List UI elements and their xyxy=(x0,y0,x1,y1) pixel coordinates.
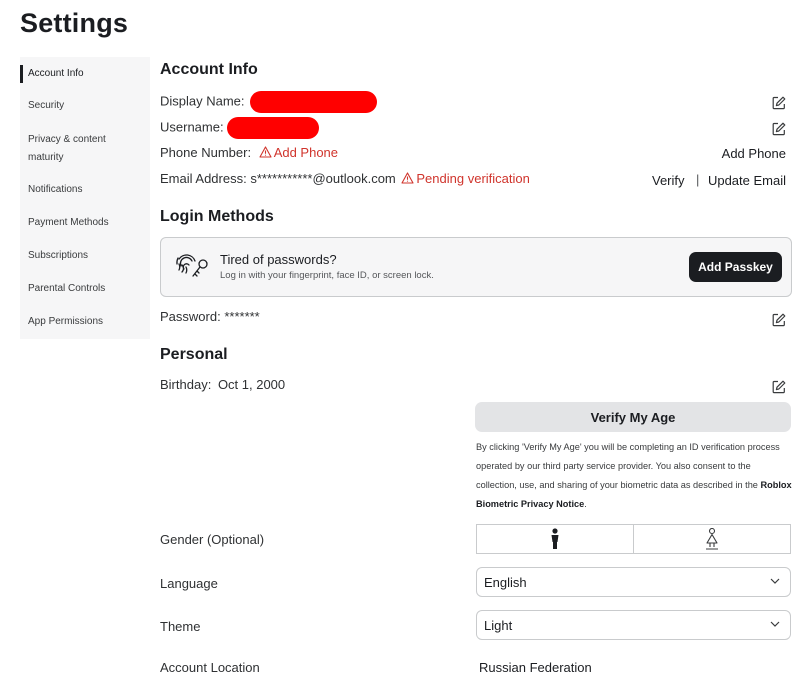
birthday-label: Birthday: xyxy=(160,377,212,392)
sidebar-item-account-info[interactable]: Account Info xyxy=(20,65,150,83)
password-label: Password: xyxy=(160,309,221,324)
language-select[interactable]: English xyxy=(476,567,791,597)
email-row: Email Address: s***********@outlook.com … xyxy=(160,171,530,186)
sidebar-item-parental-controls[interactable]: Parental Controls xyxy=(20,280,150,298)
redacted-display-name xyxy=(250,91,378,113)
edit-username-icon[interactable] xyxy=(772,122,786,136)
sidebar-item-privacy[interactable]: Privacy & content maturity xyxy=(20,131,130,167)
edit-password-icon[interactable] xyxy=(772,313,786,327)
birthday-value: Oct 1, 2000 xyxy=(217,377,286,392)
gender-label: Gender (Optional) xyxy=(160,532,265,547)
phone-warning: Add Phone xyxy=(259,145,338,160)
password-value: ******* xyxy=(224,309,260,324)
passkey-banner: Tired of passwords? Log in with your fin… xyxy=(160,237,792,297)
add-phone-link[interactable]: Add Phone xyxy=(722,146,786,161)
verify-my-age-button[interactable]: Verify My Age xyxy=(475,402,791,432)
settings-main: Account Info Display Name: Username: Pho… xyxy=(160,0,792,695)
action-separator: | xyxy=(696,172,700,187)
email-label: Email Address: xyxy=(160,171,247,186)
email-warning: Pending verification xyxy=(401,171,530,186)
sidebar-item-notifications[interactable]: Notifications xyxy=(20,181,150,199)
theme-select[interactable]: Light xyxy=(476,610,791,640)
username-row: Username: xyxy=(160,117,320,139)
male-icon xyxy=(551,528,559,549)
birthday-row: Birthday: Oct 1, 2000 xyxy=(160,377,285,392)
password-row: Password: ******* xyxy=(160,309,260,324)
sidebar-item-security[interactable]: Security xyxy=(20,97,150,115)
phone-label: Phone Number: xyxy=(160,145,252,160)
verify-age-disclaimer: By clicking 'Verify My Age' you will be … xyxy=(476,442,792,509)
edit-display-name-icon[interactable] xyxy=(772,96,786,110)
gender-option-female[interactable] xyxy=(633,525,790,553)
email-value: s***********@outlook.com xyxy=(250,171,396,186)
language-value: English xyxy=(484,574,527,590)
personal-heading: Personal xyxy=(160,346,228,363)
language-label: Language xyxy=(160,576,218,591)
update-email-link[interactable]: Update Email xyxy=(708,173,786,188)
sidebar-item-app-permissions[interactable]: App Permissions xyxy=(20,313,150,331)
warning-icon xyxy=(401,172,414,184)
display-name-row: Display Name: xyxy=(160,91,378,113)
redacted-username xyxy=(227,117,320,139)
sidebar-item-payment-methods[interactable]: Payment Methods xyxy=(20,214,150,232)
passkey-subtitle: Log in with your fingerprint, face ID, o… xyxy=(220,270,434,281)
fingerprint-key-icon xyxy=(176,254,208,277)
edit-birthday-icon[interactable] xyxy=(772,380,786,394)
gender-option-male[interactable] xyxy=(477,525,633,553)
gender-selector xyxy=(476,524,791,554)
username-label: Username: xyxy=(160,119,224,135)
login-methods-heading: Login Methods xyxy=(160,208,274,225)
female-icon xyxy=(706,528,718,550)
sidebar-item-subscriptions[interactable]: Subscriptions xyxy=(20,247,150,265)
settings-sidebar: Account Info Security Privacy & content … xyxy=(20,57,150,339)
add-passkey-button[interactable]: Add Passkey xyxy=(689,252,782,282)
verify-email-link[interactable]: Verify xyxy=(652,173,685,188)
theme-label: Theme xyxy=(160,619,201,634)
account-info-heading: Account Info xyxy=(160,61,258,78)
account-location-value: Russian Federation xyxy=(479,660,592,675)
chevron-down-icon xyxy=(770,621,780,627)
account-location-label: Account Location xyxy=(160,660,260,675)
page-title: Settings xyxy=(20,8,129,38)
phone-row: Phone Number: Add Phone xyxy=(160,145,338,160)
warning-icon xyxy=(259,146,272,158)
theme-value: Light xyxy=(484,617,513,633)
display-name-label: Display Name: xyxy=(160,93,245,109)
passkey-title: Tired of passwords? xyxy=(220,252,337,267)
chevron-down-icon xyxy=(770,578,780,584)
